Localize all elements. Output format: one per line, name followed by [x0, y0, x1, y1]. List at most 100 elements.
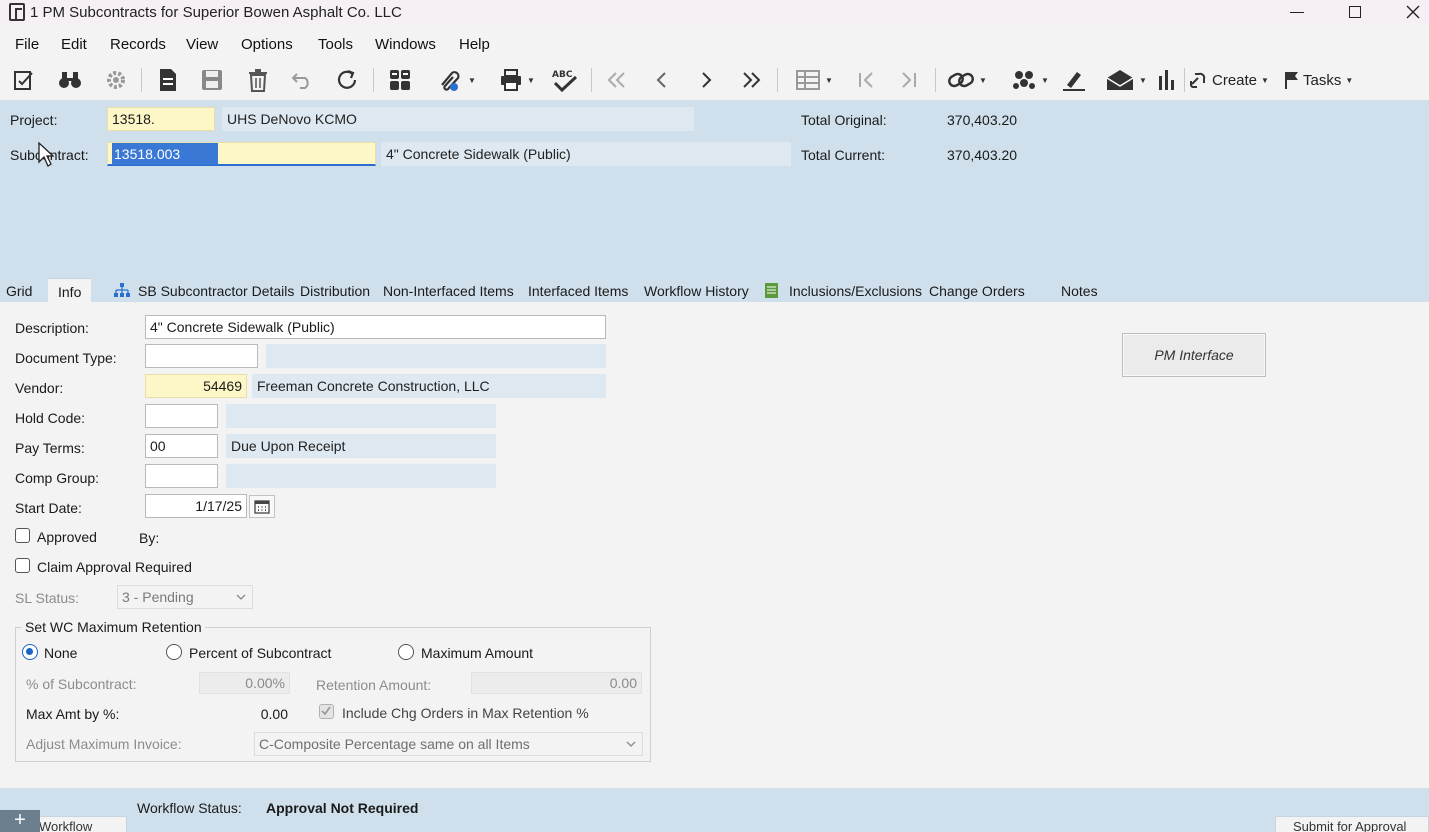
document-type-description [266, 344, 606, 368]
menu-view[interactable]: View [186, 32, 218, 58]
minimize-button[interactable] [1268, 0, 1326, 24]
project-input[interactable]: 13518. [107, 107, 215, 131]
new-document-icon[interactable] [154, 66, 182, 94]
tab-non-interfaced-items[interactable]: Non-Interfaced Items [383, 278, 514, 302]
tab-sb-subcontractor-details[interactable]: SB Subcontractor Details [138, 278, 294, 302]
start-date-label: Start Date: [15, 500, 82, 516]
adjust-max-invoice-select: C-Composite Percentage same on all Items [254, 732, 643, 756]
create-menu-button[interactable]: Create ▼ [1188, 66, 1274, 94]
description-input[interactable]: 4" Concrete Sidewalk (Public) [145, 315, 606, 339]
maximize-button[interactable] [1326, 0, 1384, 24]
undo-icon[interactable] [288, 66, 316, 94]
settings-gear-icon[interactable] [102, 66, 130, 94]
workflow-tab-label: Workflow [39, 819, 93, 832]
plus-icon: + [14, 809, 26, 831]
workflow-users-icon[interactable]: ▼ [1006, 66, 1054, 94]
svg-text:ABC: ABC [552, 70, 573, 80]
export-chart-icon[interactable] [1153, 66, 1181, 94]
start-date-input[interactable]: 1/17/25 [145, 494, 247, 518]
project-description: UHS DeNovo KCMO [222, 107, 694, 131]
submit-for-approval-button[interactable]: Submit for Approval [1275, 816, 1429, 832]
menu-help[interactable]: Help [459, 32, 490, 58]
tasks-menu-button[interactable]: Tasks ▼ [1283, 66, 1363, 94]
retention-max-amount-radio[interactable] [398, 644, 414, 660]
comp-group-input[interactable] [145, 464, 218, 488]
next-record-icon[interactable] [692, 66, 720, 94]
binoculars-icon[interactable] [56, 66, 84, 94]
document-type-input[interactable] [145, 344, 258, 368]
claim-approval-label: Claim Approval Required [37, 559, 192, 575]
tab-interfaced-items[interactable]: Interfaced Items [528, 278, 628, 302]
refresh-icon[interactable] [333, 66, 361, 94]
workflow-status-label: Workflow Status: [137, 800, 242, 816]
menu-file[interactable]: File [15, 32, 39, 58]
menu-edit[interactable]: Edit [61, 32, 87, 58]
tab-notes[interactable]: Notes [1061, 278, 1098, 302]
spellcheck-icon[interactable]: ABC [551, 66, 579, 94]
approved-label: Approved [37, 529, 97, 545]
go-to-start-icon[interactable] [852, 66, 880, 94]
status-strip: Workflow Status: Approval Not Required W… [0, 788, 1429, 832]
tab-workflow-history[interactable]: Workflow History [644, 278, 749, 302]
org-chart-icon [114, 283, 130, 297]
include-chg-orders-label: Include Chg Orders in Max Retention % [342, 705, 589, 721]
add-panel-button[interactable]: + [0, 810, 40, 832]
table-view-icon[interactable]: ▼ [789, 66, 839, 94]
email-envelope-icon[interactable]: ▼ [1100, 66, 1152, 94]
attach-link-icon[interactable]: ▼ [430, 66, 482, 94]
pct-subcontract-input: 0.00% [199, 672, 290, 694]
delete-trash-icon[interactable] [244, 66, 272, 94]
tab-change-orders[interactable]: Change Orders [929, 278, 1025, 302]
vendor-input[interactable]: 54469 [145, 374, 247, 398]
menu-options[interactable]: Options [241, 32, 293, 58]
pm-interface-button[interactable]: PM Interface [1122, 333, 1266, 377]
hold-code-input[interactable] [145, 404, 218, 428]
approved-checkbox[interactable] [15, 528, 30, 543]
edit-form-icon[interactable] [10, 66, 38, 94]
print-icon[interactable]: ▼ [493, 66, 541, 94]
tab-inclusions-exclusions[interactable]: Inclusions/Exclusions [789, 278, 922, 302]
max-amt-label: Max Amt by %: [26, 706, 120, 722]
total-current-value: 370,403.20 [947, 147, 1018, 163]
description-label: Description: [15, 320, 89, 336]
hold-code-label: Hold Code: [15, 410, 86, 426]
document-type-label: Document Type: [15, 350, 117, 366]
pct-subcontract-label: % of Subcontract: [26, 676, 137, 692]
retention-percent-radio[interactable] [166, 644, 182, 660]
subcontract-description: 4" Concrete Sidewalk (Public) [381, 142, 791, 166]
tasks-label: Tasks [1303, 71, 1342, 89]
subcontract-value: 13518.003 [112, 143, 218, 165]
vendor-name: Freeman Concrete Construction, LLC [252, 374, 606, 398]
last-record-icon[interactable] [737, 66, 765, 94]
first-record-icon[interactable] [603, 66, 631, 94]
menu-tools[interactable]: Tools [318, 32, 353, 58]
hyperlink-icon[interactable]: ▼ [943, 66, 991, 94]
menu-windows[interactable]: Windows [375, 32, 436, 58]
retention-group-title: Set WC Maximum Retention [22, 619, 205, 635]
signature-pen-icon[interactable] [1060, 66, 1088, 94]
hold-code-description [226, 404, 496, 428]
tab-distribution[interactable]: Distribution [300, 278, 370, 302]
calendar-icon [254, 500, 270, 514]
sl-status-value: 3 - Pending [122, 589, 194, 605]
subcontract-input[interactable]: 13518.003 [107, 142, 376, 166]
submit-for-approval-label: Submit for Approval [1293, 819, 1407, 832]
close-button[interactable] [1384, 0, 1429, 24]
grid-view-icon[interactable] [386, 66, 414, 94]
pay-terms-input[interactable]: 00 [145, 434, 218, 458]
workflow-tab[interactable]: Workflow [28, 816, 127, 832]
checkmark-icon [321, 706, 331, 716]
tab-grid[interactable]: Grid [6, 278, 32, 302]
mouse-pointer-icon [38, 142, 54, 167]
menu-records[interactable]: Records [110, 32, 166, 58]
previous-record-icon[interactable] [648, 66, 676, 94]
claim-approval-checkbox[interactable] [15, 558, 30, 573]
sl-status-select: 3 - Pending [117, 585, 253, 609]
calendar-button[interactable] [249, 495, 275, 518]
tab-info[interactable]: Info [48, 278, 92, 302]
toolbar: ▼ ▼ ABC ▼ ▼ ▼ ▼ Create ▼ Tasks ▼ [0, 62, 1429, 98]
project-label: Project: [10, 112, 58, 128]
go-to-end-icon[interactable] [895, 66, 923, 94]
save-icon[interactable] [198, 66, 226, 94]
retention-none-radio[interactable] [22, 644, 38, 660]
